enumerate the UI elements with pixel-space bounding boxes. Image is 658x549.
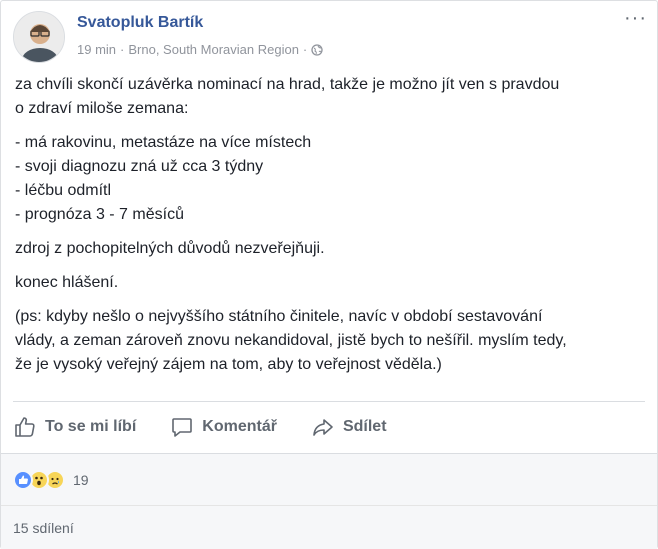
post-body: za chvíli skončí uzávěrka nominací na hr… (15, 73, 645, 387)
list-item: - má rakovinu, metastáze na více místech (15, 134, 312, 151)
post-card: Svatopluk Bartík 19 min · Brno, South Mo… (0, 0, 658, 549)
post-location[interactable]: Brno, South Moravian Region (128, 42, 299, 57)
text-line: o zdraví miloše zemana: (15, 100, 189, 117)
paragraph: (ps: kdyby nešlo o nejvyššího státního č… (15, 305, 645, 377)
paragraph: zdroj z pochopitelných důvodů nezveřejňu… (15, 240, 325, 257)
share-count[interactable]: 15 sdílení (13, 520, 74, 536)
shares-summary: 15 sdílení (1, 505, 657, 549)
share-arrow-icon (313, 419, 333, 436)
post-header: Svatopluk Bartík 19 min · Brno, South Mo… (13, 8, 647, 67)
share-label: Sdílet (342, 418, 387, 435)
meta-separator: · (302, 42, 308, 57)
person-avatar-icon (14, 12, 64, 62)
list-item: - prognóza 3 - 7 měsíců (15, 206, 184, 223)
text-line: (ps: kdyby nešlo o nejvyššího státního č… (15, 308, 543, 325)
paragraph: konec hlášení. (15, 274, 119, 291)
meta-separator: · (120, 42, 125, 57)
comment-button[interactable]: Komentář (170, 415, 277, 439)
list-item: - léčbu odmítl (15, 182, 112, 199)
comment-icon (172, 418, 193, 437)
avatar[interactable] (13, 11, 65, 63)
more-options-icon[interactable]: ··· (624, 8, 647, 28)
comment-label: Komentář (202, 418, 277, 435)
thumbs-up-icon (15, 417, 35, 437)
like-reaction-icon (13, 469, 33, 490)
action-bar: To se mi líbí Komentář Sdílet (13, 402, 645, 452)
share-button[interactable]: Sdílet (311, 415, 387, 439)
text-line: že je vysoký veřejný zájem na tom, aby t… (15, 356, 442, 373)
post-meta: 19 min · Brno, South Moravian Region · (77, 42, 323, 57)
reactions-summary[interactable]: 19 (1, 453, 657, 505)
reaction-count[interactable]: 19 (73, 472, 89, 488)
list-item: - svoji diagnozu zná už cca 3 týdny (15, 158, 264, 175)
text-line: vlády, a zeman zároveň znovu nekandidova… (15, 332, 567, 349)
list: - má rakovinu, metastáze na více místech… (15, 131, 645, 227)
like-button[interactable]: To se mi líbí (13, 415, 136, 439)
globe-icon[interactable] (311, 43, 323, 56)
post-time[interactable]: 19 min (77, 42, 116, 57)
like-label: To se mi líbí (45, 418, 137, 435)
paragraph: za chvíli skončí uzávěrka nominací na hr… (15, 73, 645, 121)
text-line: za chvíli skončí uzávěrka nominací na hr… (15, 76, 560, 93)
author-name[interactable]: Svatopluk Bartík (77, 14, 203, 32)
